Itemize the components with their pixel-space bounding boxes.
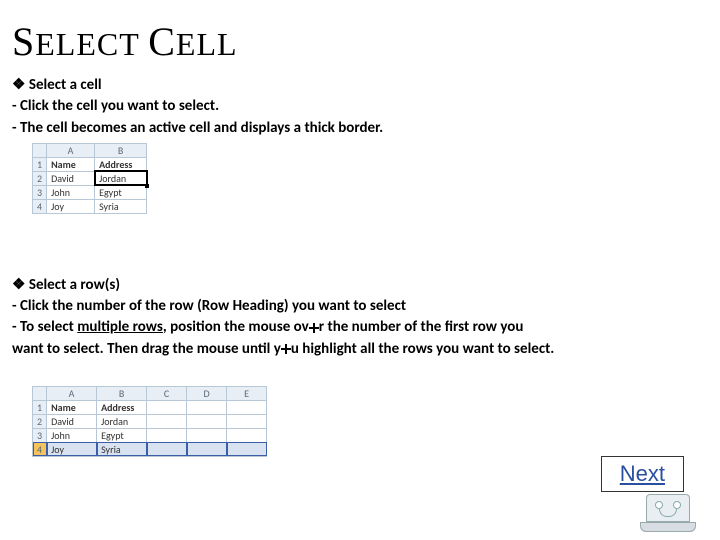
col-header: B <box>97 386 147 400</box>
cursor-plus-icon <box>281 344 291 354</box>
cell: Joy <box>47 442 97 456</box>
section-2-line-2: - To select multiple rows, position the … <box>12 317 708 337</box>
text: want <box>12 340 44 358</box>
cell: Address <box>97 400 147 414</box>
cell <box>147 442 187 456</box>
table-row: 3 John Egypt <box>33 428 267 442</box>
col-header: A <box>47 386 97 400</box>
section-1-line-1: - Click the cell you want to select. <box>12 96 708 116</box>
cell <box>187 400 227 414</box>
cell: Name <box>47 400 97 414</box>
cell: David <box>47 414 97 428</box>
cell: John <box>47 185 95 199</box>
row-header: 4 <box>33 442 47 456</box>
table-row: 3 John Egypt <box>33 185 147 199</box>
cell: Name <box>47 157 95 171</box>
cell: Egypt <box>95 185 147 199</box>
underline-text: multiple rows <box>77 318 163 336</box>
selected-row: 4 Joy Syria <box>33 442 267 456</box>
cell: Address <box>95 157 147 171</box>
col-header: A <box>47 143 95 157</box>
section-2-line-1: - Click the number of the row (Row Headi… <box>12 296 708 316</box>
section-2-line-3: want to select. Then drag the mouse unti… <box>12 339 708 359</box>
section-2-head-text: Select a row(s) <box>29 276 120 294</box>
text: , position the mouse ov <box>163 318 309 336</box>
corner-cell <box>33 386 47 400</box>
col-header: C <box>147 386 187 400</box>
row-header: 2 <box>33 414 47 428</box>
section-2-head: ❖ Select a row(s) <box>12 275 708 295</box>
row-header: 3 <box>33 428 47 442</box>
cursor-plus-icon <box>309 323 319 333</box>
page-title: SELECT CELL <box>12 18 708 65</box>
table-row: 2 David Jordan <box>33 171 147 185</box>
next-button[interactable]: Next <box>601 456 684 492</box>
cell <box>187 414 227 428</box>
laptop-mascot-icon <box>636 494 700 538</box>
col-header: B <box>95 143 147 157</box>
cell <box>227 442 267 456</box>
cell <box>227 428 267 442</box>
section-1-head: ❖ Select a cell <box>12 75 708 95</box>
col-header: D <box>187 386 227 400</box>
col-header: E <box>227 386 267 400</box>
cell <box>187 442 227 456</box>
cell <box>187 428 227 442</box>
cell <box>147 400 187 414</box>
example-table-2: A B C D E 1 Name Address 2 David Jordan <box>32 386 267 457</box>
row-header: 4 <box>33 199 47 213</box>
text: u highlight all the rows you want to sel… <box>291 340 554 358</box>
row-header: 1 <box>33 400 47 414</box>
cell <box>227 400 267 414</box>
table-row: 1 Name Address <box>33 400 267 414</box>
cell <box>147 428 187 442</box>
text: - To select <box>12 318 77 336</box>
example-table-1: A B 1 Name Address 2 David Jordan 3 John… <box>32 143 147 214</box>
title-cap-1: S <box>12 19 35 64</box>
cell: Joy <box>47 199 95 213</box>
row-header: 3 <box>33 185 47 199</box>
cell: Egypt <box>97 428 147 442</box>
section-1-line-2: - The cell becomes an active cell and di… <box>12 118 708 138</box>
title-cap-2: C <box>148 19 176 64</box>
table-header-row: A B C D E <box>33 386 267 400</box>
text: to select. Then drag the mouse until y <box>44 340 281 358</box>
title-rest-2: ELL <box>176 26 238 62</box>
row-header: 2 <box>33 171 47 185</box>
selected-cell: Jordan <box>95 171 147 185</box>
section-1-head-text: Select a cell <box>29 76 102 94</box>
row-header: 1 <box>33 157 47 171</box>
cell: Syria <box>95 199 147 213</box>
table-row: 1 Name Address <box>33 157 147 171</box>
text: r the number of the first row you <box>319 318 524 336</box>
bullet-icon: ❖ <box>12 76 25 93</box>
title-rest-1: ELECT <box>35 26 139 62</box>
cell: John <box>47 428 97 442</box>
table-row: 4 Joy Syria <box>33 199 147 213</box>
cell: Jordan <box>97 414 147 428</box>
corner-cell <box>33 143 47 157</box>
cell <box>227 414 267 428</box>
cell: David <box>47 171 95 185</box>
table-row: 2 David Jordan <box>33 414 267 428</box>
cell: Syria <box>97 442 147 456</box>
cell <box>147 414 187 428</box>
table-header-row: A B <box>33 143 147 157</box>
bullet-icon: ❖ <box>12 276 25 293</box>
